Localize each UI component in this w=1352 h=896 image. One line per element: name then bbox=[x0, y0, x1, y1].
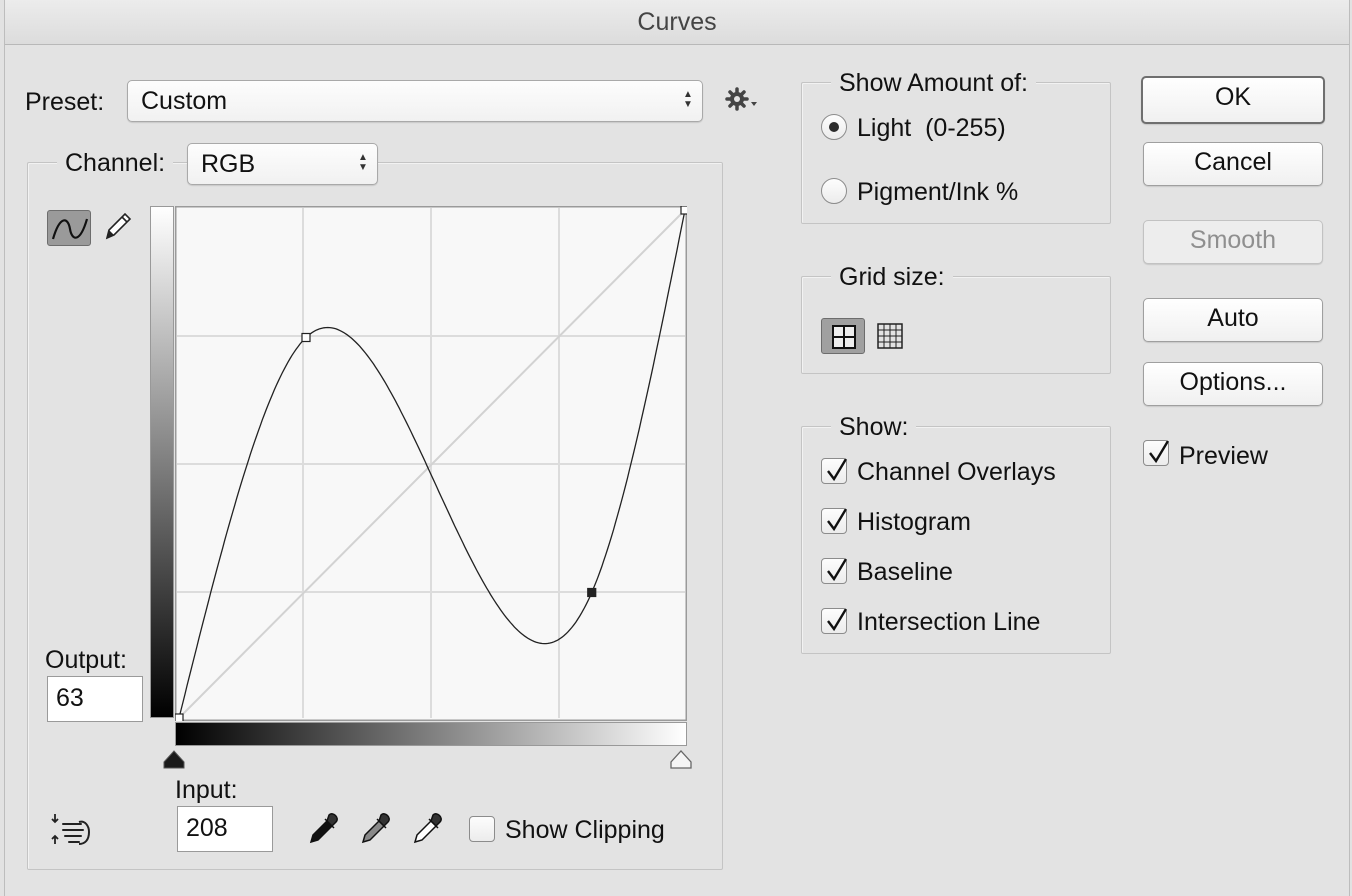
channel-select[interactable]: RGB ▲ ▼ bbox=[187, 143, 378, 185]
histogram-label: Histogram bbox=[857, 508, 971, 536]
hand-icon bbox=[51, 814, 91, 845]
curve-tool-icon bbox=[51, 218, 89, 240]
detailed-grid-icon bbox=[877, 323, 903, 349]
pigment-ink-radio[interactable] bbox=[821, 178, 847, 204]
output-field[interactable]: 63 bbox=[47, 676, 143, 722]
cancel-button[interactable]: Cancel bbox=[1143, 142, 1323, 186]
checkmark-icon bbox=[827, 508, 848, 532]
pigment-ink-radio-label: Pigment/Ink % bbox=[857, 178, 1019, 206]
ok-button[interactable]: OK bbox=[1141, 76, 1325, 124]
preview-label: Preview bbox=[1179, 442, 1268, 470]
checkmark-icon bbox=[827, 458, 848, 482]
input-gradient bbox=[175, 722, 687, 746]
show-clipping-label: Show Clipping bbox=[505, 816, 665, 844]
checkmark-icon bbox=[1149, 440, 1170, 464]
show-clipping-checkbox[interactable] bbox=[469, 816, 495, 842]
input-label: Input: bbox=[175, 776, 238, 804]
curve-point-selected[interactable] bbox=[587, 587, 597, 598]
white-eyedropper-button[interactable] bbox=[411, 808, 447, 851]
curves-dialog: Curves Preset: Custom ▲ ▼ Channel: RGB ▲ ▼ bbox=[4, 0, 1350, 896]
smooth-button[interactable]: Smooth bbox=[1143, 220, 1323, 264]
channel-overlays-checkbox[interactable] bbox=[821, 458, 848, 484]
output-gradient bbox=[150, 206, 174, 718]
black-eyedropper-button[interactable] bbox=[307, 808, 343, 851]
white-eyedropper-icon bbox=[413, 813, 442, 844]
curve-point[interactable] bbox=[174, 713, 184, 723]
input-field[interactable]: 208 bbox=[177, 806, 273, 852]
auto-button[interactable]: Auto bbox=[1143, 298, 1323, 342]
show-title: Show: bbox=[831, 412, 917, 442]
gray-eyedropper-icon bbox=[361, 813, 390, 844]
gear-icon[interactable] bbox=[725, 86, 761, 114]
curve-canvas bbox=[174, 205, 690, 723]
options-button[interactable]: Options... bbox=[1143, 362, 1323, 406]
black-eyedropper-icon bbox=[309, 813, 338, 844]
simple-grid-icon bbox=[832, 325, 856, 349]
curve-point[interactable] bbox=[301, 332, 311, 343]
preset-label: Preset: bbox=[25, 88, 105, 116]
intersection-line-label: Intersection Line bbox=[857, 608, 1041, 636]
detailed-grid-button[interactable] bbox=[871, 318, 911, 354]
checkmark-icon bbox=[827, 608, 848, 632]
window-title: Curves bbox=[5, 0, 1349, 45]
pencil-tool-button[interactable] bbox=[99, 208, 133, 244]
channel-label: Channel: bbox=[57, 148, 174, 178]
gray-eyedropper-button[interactable] bbox=[359, 808, 395, 851]
radio-selected-dot bbox=[829, 122, 839, 132]
light-radio[interactable] bbox=[821, 114, 847, 140]
show-amount-title: Show Amount of: bbox=[831, 68, 1037, 98]
curve-graph[interactable] bbox=[174, 205, 690, 723]
simple-grid-button[interactable] bbox=[821, 318, 865, 354]
preset-value: Custom bbox=[141, 87, 228, 115]
preview-checkbox[interactable] bbox=[1143, 440, 1170, 466]
output-label: Output: bbox=[45, 646, 127, 674]
select-arrows-icon: ▲ ▼ bbox=[683, 89, 693, 110]
baseline-checkbox[interactable] bbox=[821, 558, 848, 584]
white-point-slider[interactable] bbox=[669, 748, 693, 775]
preset-select[interactable]: Custom ▲ ▼ bbox=[127, 80, 703, 122]
histogram-checkbox[interactable] bbox=[821, 508, 848, 534]
baseline-label: Baseline bbox=[857, 558, 953, 586]
pencil-icon bbox=[105, 212, 132, 240]
channel-value: RGB bbox=[201, 150, 256, 178]
grid-size-title: Grid size: bbox=[831, 262, 953, 292]
black-point-slider[interactable] bbox=[162, 748, 186, 775]
channel-overlays-label: Channel Overlays bbox=[857, 458, 1056, 486]
select-arrows-icon: ▲ ▼ bbox=[358, 152, 368, 173]
curve-point-tool-button[interactable] bbox=[47, 210, 91, 246]
intersection-line-checkbox[interactable] bbox=[821, 608, 848, 634]
light-radio-label: Light (0-255) bbox=[857, 114, 1006, 142]
targeted-adjustment-tool[interactable] bbox=[51, 810, 93, 853]
curve-point[interactable] bbox=[680, 205, 690, 215]
checkmark-icon bbox=[827, 558, 848, 582]
